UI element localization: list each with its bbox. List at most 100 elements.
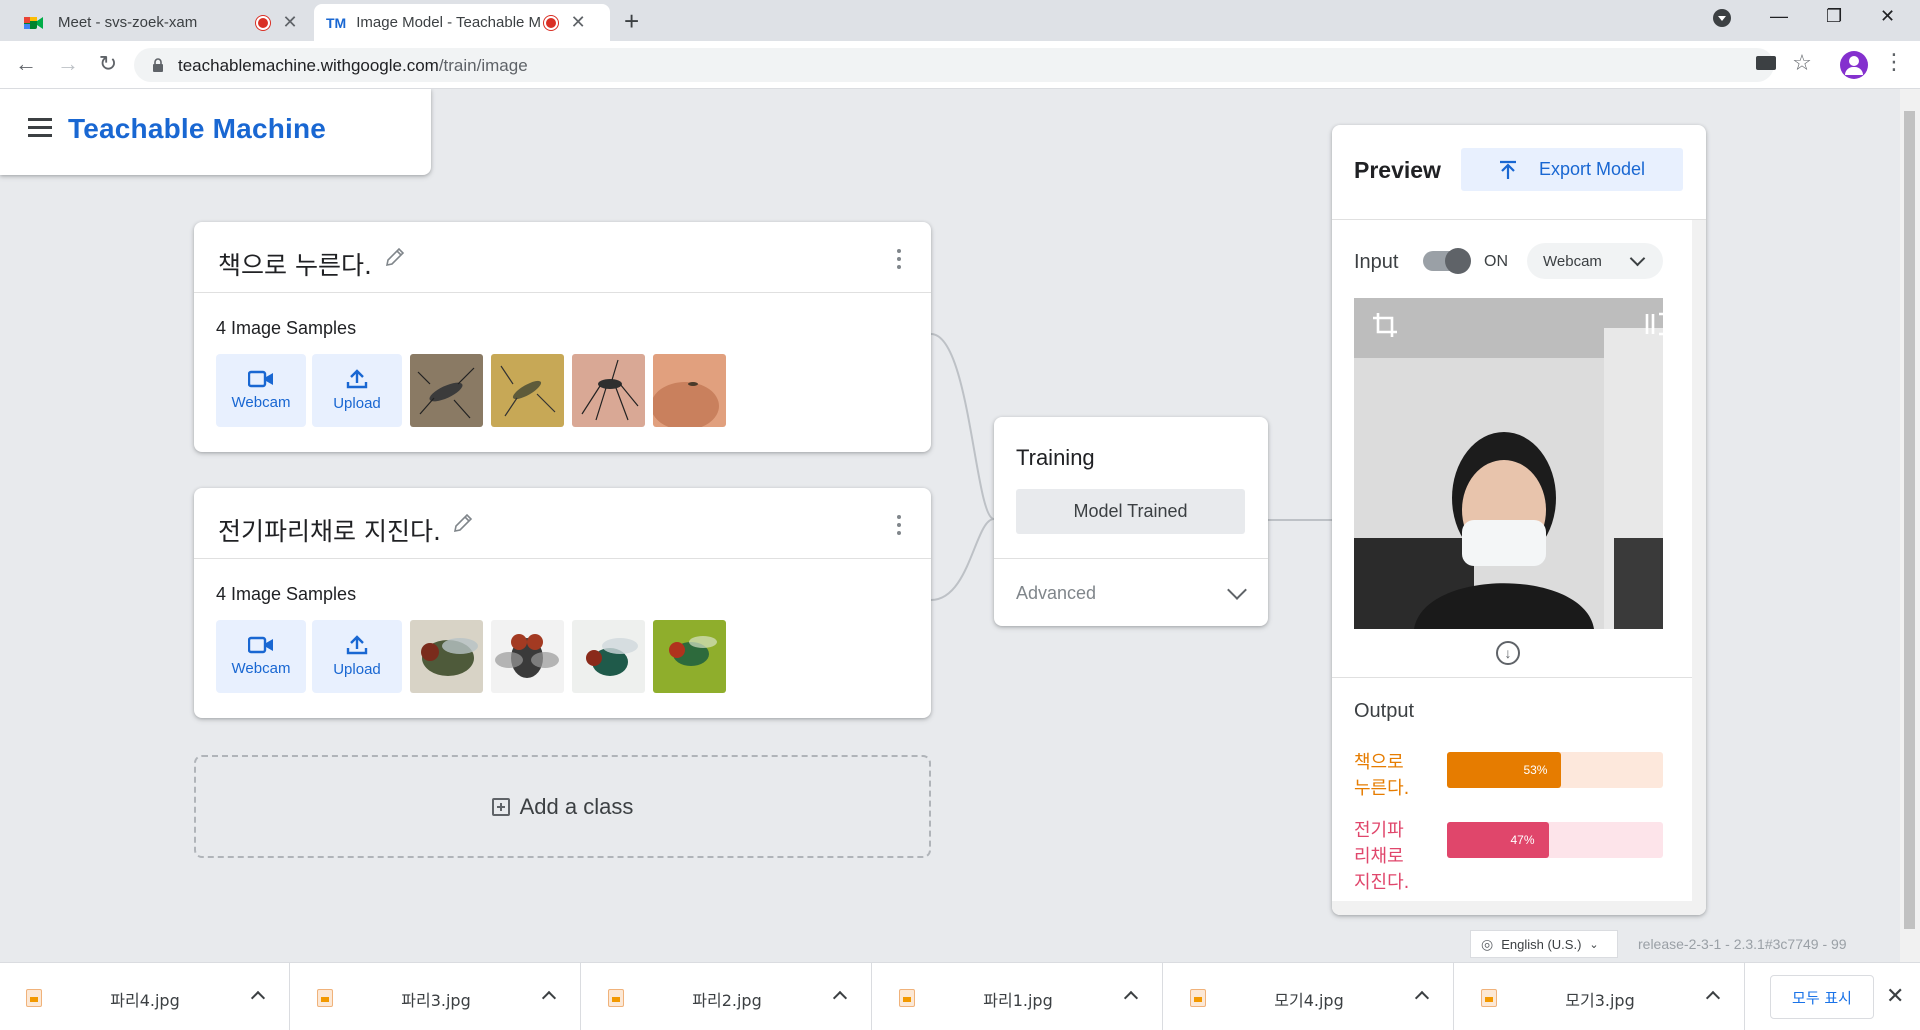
browser-menu-icon[interactable]: ⋮: [1880, 49, 1908, 75]
globe-icon: ◎: [1481, 935, 1494, 952]
camera-in-use-icon[interactable]: [1756, 56, 1776, 70]
webcam-label: Webcam: [231, 660, 291, 677]
close-window-icon[interactable]: ✕: [1880, 6, 1895, 27]
close-tab-icon[interactable]: ✕: [282, 12, 298, 33]
tab-title: Image Model - Teachable M: [356, 14, 542, 31]
webcam-button[interactable]: Webcam: [216, 354, 306, 427]
class-name[interactable]: 전기파리채로 지진다.: [218, 512, 441, 548]
sample-thumbnail[interactable]: [653, 354, 726, 427]
lock-icon: [153, 58, 163, 72]
download-item[interactable]: 모기3.jpg: [1455, 963, 1745, 1030]
upload-label: Upload: [333, 661, 381, 678]
download-shelf: 파리4.jpg 파리3.jpg 파리2.jpg 파리1.jpg 모기4.jpg 모기3.j…: [0, 962, 1920, 1030]
sample-thumbnail[interactable]: [410, 620, 483, 693]
input-label: Input: [1354, 251, 1399, 273]
preview-title: Preview: [1354, 157, 1441, 183]
edit-pencil-icon[interactable]: [452, 512, 474, 534]
browser-toolbar: ← → ↻ teachablemachine.withgoogle.com/tr…: [0, 41, 1920, 89]
language-select[interactable]: ◎ English (U.S.) ⌄: [1470, 930, 1618, 958]
chevron-down-icon: ⌄: [1589, 938, 1599, 951]
url-host: teachablemachine.withgoogle.com: [178, 56, 439, 75]
google-meet-icon: [24, 16, 43, 29]
webcam-button[interactable]: Webcam: [216, 620, 306, 693]
download-item[interactable]: 파리2.jpg: [582, 963, 872, 1030]
export-model-button[interactable]: Export Model: [1461, 148, 1683, 191]
confidence-fill: 47%: [1447, 822, 1549, 858]
output-label-line: 누른다.: [1354, 778, 1410, 799]
upload-button[interactable]: Upload: [312, 354, 402, 427]
samples-count: 4 Image Samples: [216, 584, 357, 604]
training-card: Training Model Trained Advanced: [994, 417, 1268, 626]
sample-thumbnail[interactable]: [491, 620, 564, 693]
sample-thumbnail[interactable]: [491, 354, 564, 427]
flip-camera-icon[interactable]: [1645, 312, 1663, 336]
upload-icon: [346, 369, 368, 389]
confidence-bar: 53%: [1447, 752, 1663, 788]
tab-meet[interactable]: Meet - svs-zoek-xam ✕: [12, 4, 310, 41]
sample-row: Webcam Upload: [216, 354, 726, 427]
toggle-state: ON: [1484, 253, 1508, 270]
sample-thumbnail[interactable]: [653, 620, 726, 693]
input-source-select[interactable]: Webcam: [1527, 243, 1663, 279]
address-bar[interactable]: teachablemachine.withgoogle.com/train/im…: [134, 48, 1776, 82]
sample-row: Webcam Upload: [216, 620, 726, 693]
sample-thumbnail[interactable]: [410, 354, 483, 427]
edit-pencil-icon[interactable]: [384, 246, 406, 268]
page-scrollbar[interactable]: [1900, 89, 1920, 962]
url-path: /train/image: [438, 56, 528, 75]
teachable-machine-tab-icon: TM: [326, 14, 347, 31]
train-model-button[interactable]: Model Trained: [1016, 489, 1245, 534]
upload-label: Upload: [333, 395, 381, 412]
forward-icon[interactable]: →: [54, 51, 82, 77]
download-item[interactable]: 파리3.jpg: [291, 963, 581, 1030]
add-class-label: Add a class: [519, 793, 634, 819]
preview-scrollbar[interactable]: [1692, 220, 1706, 901]
chevron-down-icon: [1629, 250, 1646, 267]
class-name[interactable]: 책으로 누른다.: [218, 246, 372, 282]
url-text: teachablemachine.withgoogle.com/train/im…: [178, 56, 528, 76]
export-label: Export Model: [1538, 159, 1646, 179]
advanced-toggle[interactable]: Advanced: [994, 558, 1268, 626]
video-camera-icon: [248, 636, 273, 654]
class-options-icon[interactable]: [897, 249, 901, 273]
profile-dropdown-icon[interactable]: [1712, 8, 1732, 33]
output-class-label: 책으로 누른다.: [1354, 750, 1434, 802]
close-shelf-icon[interactable]: ✕: [1886, 983, 1904, 1009]
download-filename: 모기3.jpg: [1565, 991, 1635, 1010]
class-header: 전기파리채로 지진다.: [194, 488, 931, 559]
hamburger-menu-icon[interactable]: [28, 118, 52, 142]
sample-thumbnail[interactable]: [572, 354, 645, 427]
upload-button[interactable]: Upload: [312, 620, 402, 693]
tab-title: Meet - svs-zoek-xam: [58, 14, 198, 31]
output-section: Output 책으로 누른다. 53% 전기파 리채로 지진다. 47%: [1332, 677, 1706, 915]
show-all-downloads-button[interactable]: 모두 표시: [1770, 975, 1874, 1019]
page-content: Teachable Machine 책으로 누른다. 4 Image Sampl…: [0, 89, 1900, 962]
video-camera-icon: [248, 370, 273, 388]
download-item[interactable]: 모기4.jpg: [1164, 963, 1454, 1030]
chevron-down-icon: [1227, 580, 1247, 600]
download-filename: 파리4.jpg: [110, 991, 180, 1010]
bookmark-star-icon[interactable]: ☆: [1788, 50, 1816, 76]
minimize-icon[interactable]: —: [1770, 6, 1788, 27]
webcam-feed: [1354, 298, 1663, 629]
tab-image-model[interactable]: TM Image Model - Teachable M ✕: [314, 4, 610, 41]
input-toggle[interactable]: [1423, 248, 1471, 274]
download-item[interactable]: 파리4.jpg: [0, 963, 290, 1030]
back-icon[interactable]: ←: [12, 51, 40, 77]
training-title: Training: [1016, 445, 1095, 470]
reload-icon[interactable]: ↻: [94, 51, 122, 77]
new-tab-button[interactable]: +: [624, 6, 639, 37]
profile-avatar[interactable]: [1840, 51, 1868, 79]
class-options-icon[interactable]: [897, 515, 901, 539]
recording-icon: [544, 15, 559, 30]
close-tab-icon[interactable]: ✕: [570, 12, 586, 33]
add-class-button[interactable]: Add a class: [194, 755, 931, 858]
sample-thumbnail[interactable]: [572, 620, 645, 693]
download-item[interactable]: 파리1.jpg: [873, 963, 1163, 1030]
tab-strip: Meet - svs-zoek-xam ✕ TM Image Model - T…: [0, 0, 1920, 41]
crop-icon[interactable]: [1372, 312, 1398, 338]
preview-horizontal-scrollbar[interactable]: [1332, 901, 1706, 915]
class-card: 책으로 누른다. 4 Image Samples Webcam Upload: [194, 222, 931, 452]
restore-icon[interactable]: ❐: [1826, 6, 1842, 27]
input-source-value: Webcam: [1543, 252, 1602, 270]
